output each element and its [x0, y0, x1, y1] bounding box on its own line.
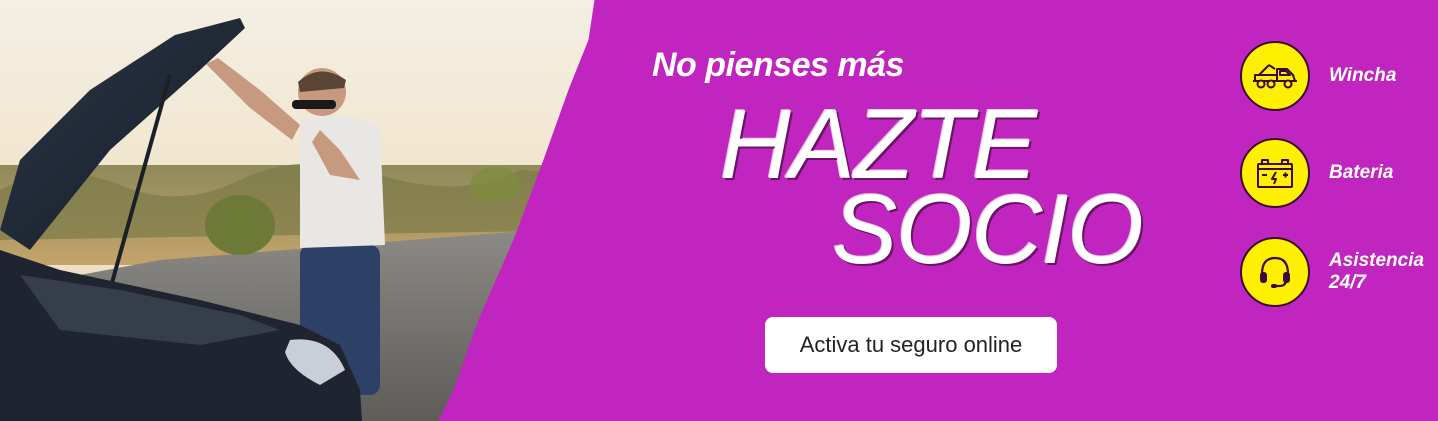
- benefit-assistance: Asistencia 24/7: [1240, 237, 1438, 307]
- benefit-battery: Bateria: [1240, 138, 1438, 208]
- headset-icon: [1240, 237, 1310, 307]
- promo-banner: No pienses más HAZTE SOCIO Activa tu seg…: [0, 0, 1438, 421]
- headline-line-2: SOCIO: [832, 174, 1144, 284]
- benefit-battery-label: Bateria: [1329, 162, 1394, 183]
- car-battery-icon: [1240, 138, 1310, 208]
- benefit-tow-label: Wincha: [1329, 65, 1397, 86]
- benefit-assistance-label: Asistencia 24/7: [1329, 250, 1425, 293]
- tagline: No pienses más: [652, 46, 904, 84]
- tow-truck-icon: [1240, 41, 1310, 111]
- benefit-tow: Wincha: [1240, 41, 1438, 111]
- activate-insurance-button[interactable]: Activa tu seguro online: [765, 317, 1057, 373]
